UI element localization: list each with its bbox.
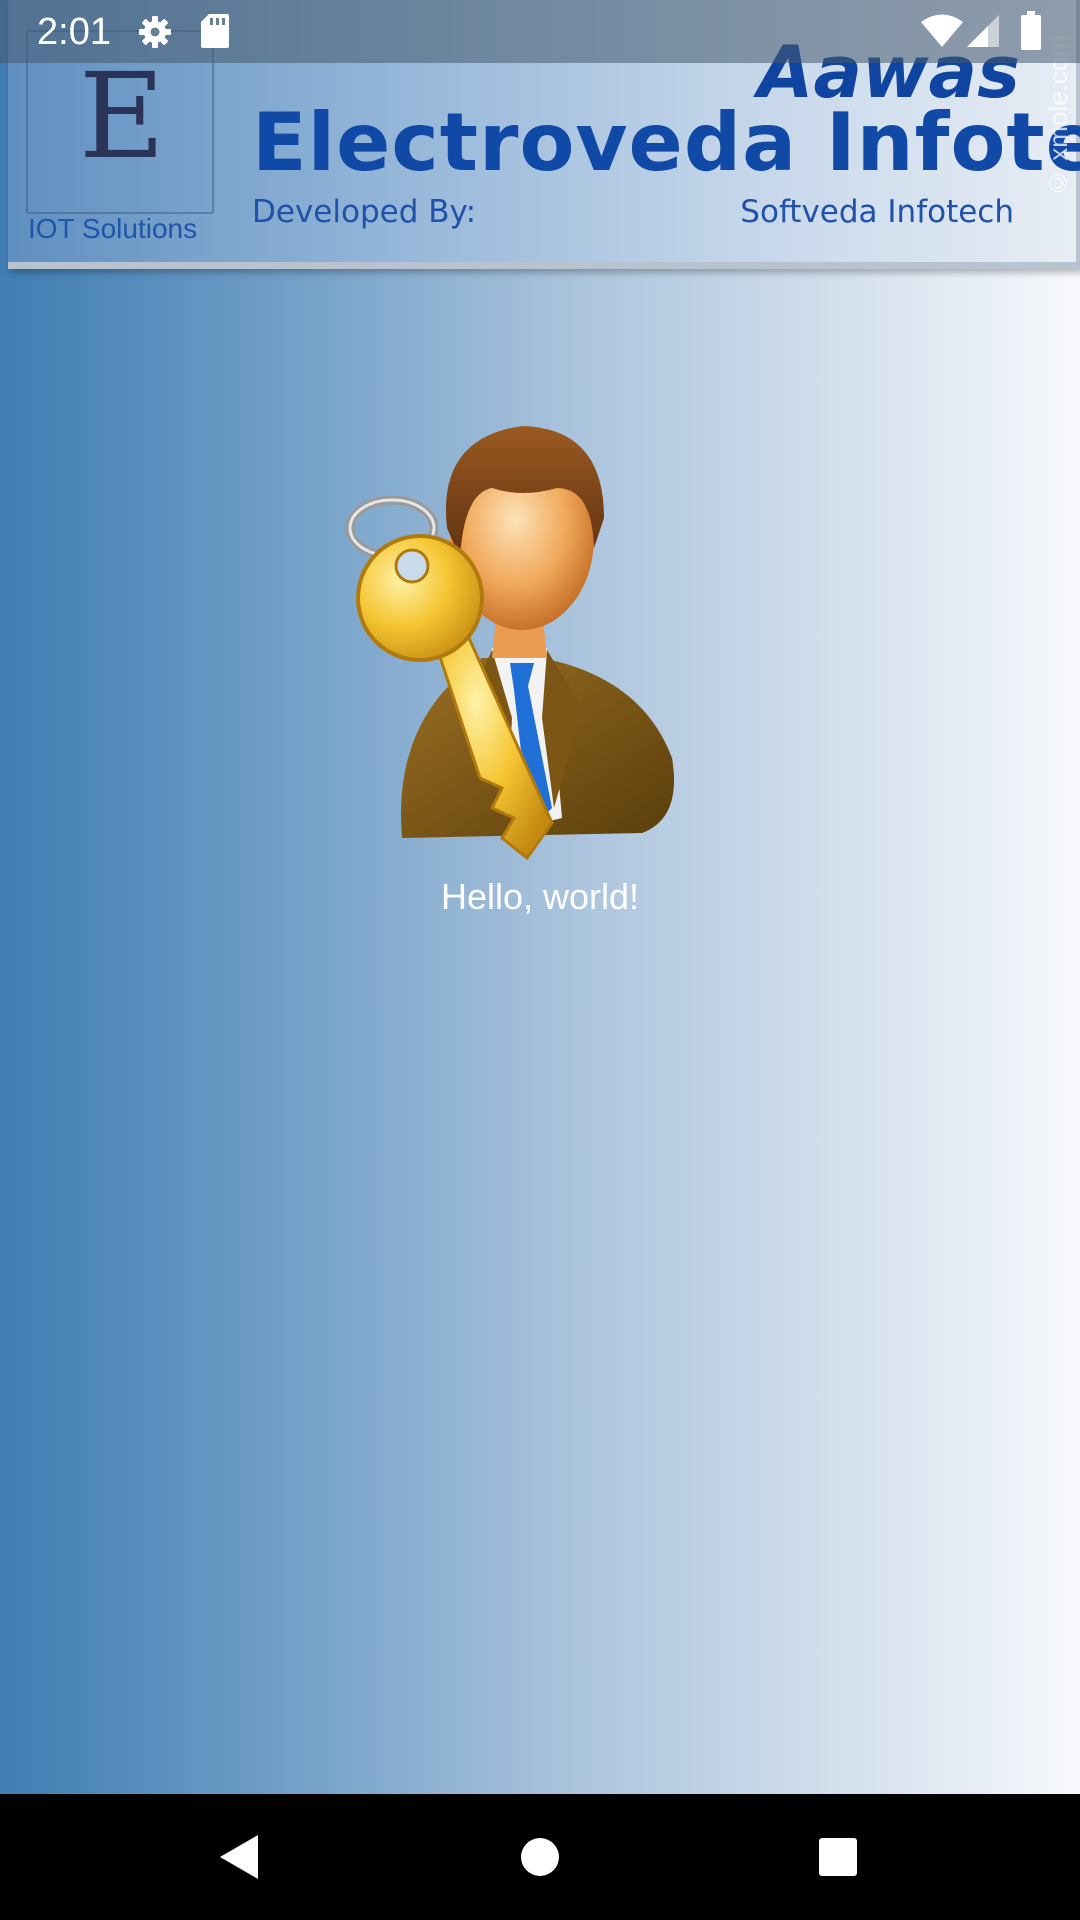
- screen: 2:01 E IOT Solutions Aawas Electroveda I…: [0, 0, 1080, 1920]
- developed-by-label: Developed By:: [252, 194, 477, 230]
- developer-name: Softveda Infotech: [740, 194, 1014, 230]
- wifi-icon: [921, 14, 963, 47]
- status-time: 2:01: [37, 11, 111, 53]
- home-icon[interactable]: [510, 1827, 570, 1887]
- recents-icon[interactable]: [808, 1827, 868, 1887]
- greeting-text: Hello, world!: [440, 876, 640, 917]
- signal-icon: [967, 15, 999, 47]
- navigation-bar: [0, 1794, 1080, 1920]
- back-icon[interactable]: [208, 1827, 268, 1887]
- company-name: Electroveda Infotech: [252, 96, 1080, 189]
- battery-icon: [1021, 11, 1041, 50]
- sdcard-icon: [201, 14, 229, 48]
- status-bar: 2:01: [0, 0, 1080, 63]
- settings-icon: [139, 16, 171, 48]
- user-with-key-icon: [345, 426, 674, 861]
- logo-tagline: IOT Solutions: [28, 213, 198, 244]
